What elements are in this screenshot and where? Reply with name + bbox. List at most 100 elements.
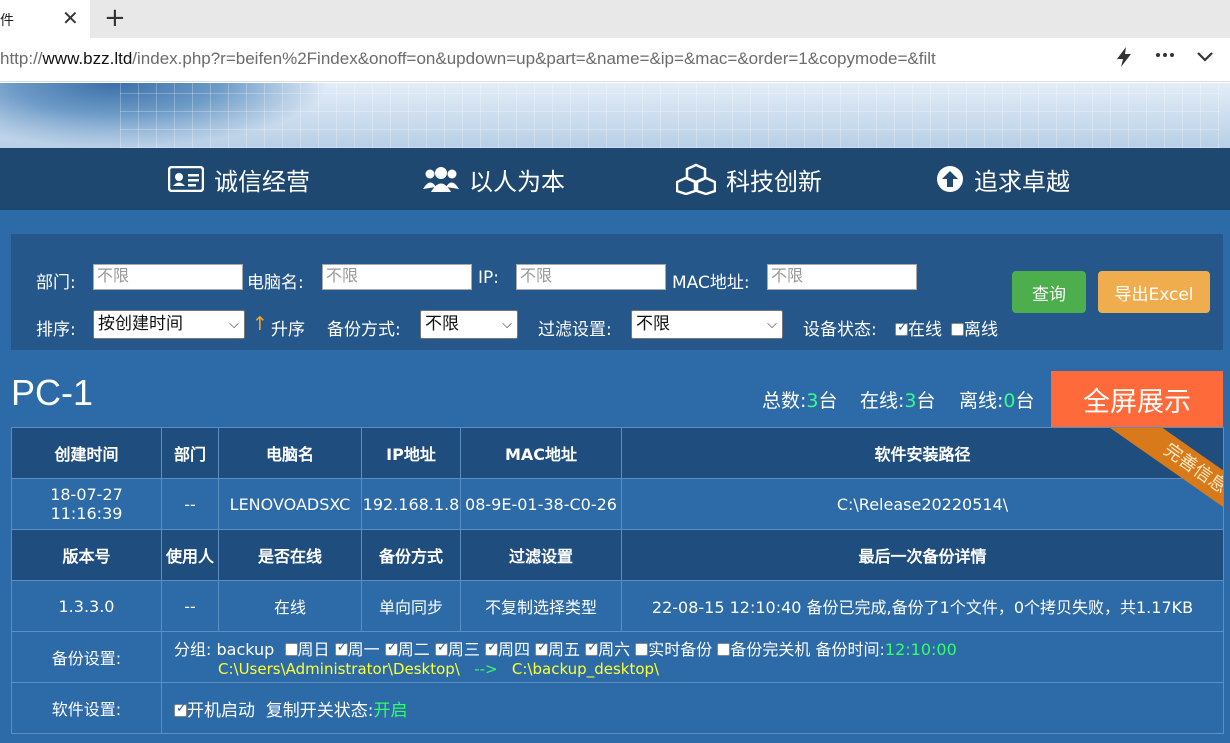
device-info-table: 创建时间 部门 电脑名 IP地址 MAC地址 软件安装路径 18-07-27 1…	[11, 427, 1224, 734]
query-button[interactable]: 查询	[1012, 271, 1086, 313]
header-cell: 部门	[161, 427, 219, 479]
export-excel-button[interactable]: 导出Excel	[1098, 271, 1210, 313]
lightning-icon[interactable]	[1114, 46, 1134, 73]
day-friday[interactable]: 周五	[535, 640, 580, 659]
cubes-icon	[676, 163, 716, 195]
day-wednesday[interactable]: 周三	[434, 640, 480, 659]
pc-title: PC-1	[11, 372, 94, 413]
header-cell: 电脑名	[218, 427, 362, 479]
url-field[interactable]: http://www.bzz.ltd/index.php?r=beifen%2F…	[0, 49, 1102, 69]
online-status-cell: 在线	[218, 580, 362, 632]
backup-time-value: 12:10:00	[884, 640, 957, 659]
url-host: www.bzz.ltd	[42, 49, 133, 68]
sort-select-value: 按创建时间	[98, 314, 183, 334]
source-path: C:\Users\Administrator\Desktop\	[218, 660, 460, 678]
backup-settings-row: 备份设置: 分组: backup 周日 周一 周二 周三 周四 周五 周六 实时…	[11, 631, 1224, 683]
filter-panel: 部门: 不限 电脑名: 不限 IP: 不限 MAC地址: 不限 排序: 按创建时…	[11, 234, 1223, 350]
backup-schedule-line: 分组: backup 周日 周一 周二 周三 周四 周五 周六 实时备份 备份完…	[174, 636, 1223, 660]
ip-cell: 192.168.1.8	[361, 478, 461, 530]
browser-tab[interactable]: 件 ✕	[0, 0, 90, 38]
backup-mode-select[interactable]: 不限 ⌵	[420, 310, 518, 339]
pcname-label: 电脑名:	[247, 273, 304, 293]
checkbox-checked-icon[interactable]	[535, 640, 549, 656]
main-nav: 诚信经营 以人为本 科技创新 追求卓越	[0, 148, 1230, 210]
checkbox-checked-icon[interactable]	[334, 640, 348, 656]
close-tab-icon[interactable]: ✕	[62, 6, 79, 30]
new-tab-icon[interactable]: +	[104, 3, 126, 33]
checkbox-checked-icon[interactable]	[895, 320, 908, 336]
online-count-label: 在线:	[860, 390, 905, 412]
id-card-icon	[168, 166, 204, 192]
address-bar: http://www.bzz.ltd/index.php?r=beifen%2F…	[0, 38, 1230, 82]
offline-checkbox[interactable]: 离线	[951, 315, 998, 340]
total-label: 总数:	[762, 390, 807, 412]
day-sunday[interactable]: 周日	[284, 640, 330, 659]
ip-input[interactable]: 不限	[516, 264, 666, 290]
path-arrow: -->	[474, 660, 498, 678]
pcname-input[interactable]: 不限	[322, 264, 472, 290]
online-checkbox[interactable]: 在线	[895, 315, 942, 340]
filter-setting-select[interactable]: 不限 ⌵	[631, 310, 783, 339]
checkbox-checked-icon[interactable]	[384, 640, 398, 656]
dept-input[interactable]: 不限	[93, 264, 243, 290]
backup-path-line: C:\Users\Administrator\Desktop\ --> C:\b…	[174, 660, 1223, 678]
table-header-row: 创建时间 部门 电脑名 IP地址 MAC地址 软件安装路径	[11, 427, 1224, 479]
order-label[interactable]: 升序	[271, 315, 305, 340]
checkbox-unchecked-icon[interactable]	[284, 643, 298, 656]
last-backup-cell: 22-08-15 12:10:40 备份已完成,备份了1个文件，0个拷贝失败，共…	[621, 580, 1224, 632]
day-saturday[interactable]: 周六	[585, 640, 630, 659]
fullscreen-button[interactable]: 全屏展示	[1051, 371, 1223, 427]
day-label: 周三	[447, 640, 480, 659]
browser-tab-bar: 件 ✕ +	[0, 0, 1230, 38]
banner-grid	[120, 83, 1220, 148]
table-row: 1.3.3.0 -- 在线 单向同步 不复制选择类型 22-08-15 12:1…	[11, 580, 1224, 632]
online-count-value: 3	[904, 390, 917, 412]
day-label: 周一	[347, 640, 380, 659]
checkbox-unchecked-icon[interactable]	[717, 643, 731, 656]
realtime-backup-checkbox[interactable]: 实时备份	[635, 640, 712, 659]
header-cell: 过滤设置	[460, 529, 622, 581]
checkbox-checked-icon[interactable]	[484, 640, 498, 656]
chevron-down-icon: ⌵	[502, 317, 512, 332]
version-cell: 1.3.3.0	[11, 580, 162, 632]
backup-mode-label: 备份方式:	[327, 320, 401, 340]
checkbox-unchecked-icon[interactable]	[951, 323, 964, 336]
chevron-down-icon[interactable]	[1195, 46, 1215, 71]
checkbox-checked-icon[interactable]	[434, 640, 448, 656]
online-label: 在线	[908, 320, 942, 340]
checkbox-checked-icon[interactable]	[585, 640, 599, 656]
user-cell: --	[161, 580, 219, 632]
header-cell: 软件安装路径	[621, 427, 1224, 479]
nav-item-innovation[interactable]: 科技创新	[676, 148, 822, 210]
nav-label: 诚信经营	[214, 167, 310, 196]
tab-title: 件	[0, 13, 14, 29]
autostart-checkbox[interactable]: 开机启动	[174, 701, 255, 721]
header-cell: 备份方式	[361, 529, 461, 581]
mac-input[interactable]: 不限	[767, 264, 917, 290]
day-label: 周四	[497, 640, 530, 659]
sort-select[interactable]: 按创建时间 ⌵	[93, 310, 245, 339]
arrow-up-icon[interactable]: ↑	[252, 313, 268, 335]
realtime-backup-label: 实时备份	[648, 640, 713, 659]
header-cell: 是否在线	[218, 529, 362, 581]
nav-item-excellence[interactable]: 追求卓越	[936, 148, 1070, 210]
checkbox-checked-icon[interactable]	[174, 701, 187, 717]
users-icon	[423, 167, 459, 192]
offline-count-label: 离线:	[959, 390, 1004, 412]
nav-item-integrity[interactable]: 诚信经营	[168, 148, 310, 210]
more-icon[interactable]	[1154, 44, 1176, 71]
device-status-label: 设备状态:	[803, 320, 877, 340]
nav-item-people[interactable]: 以人为本	[423, 148, 565, 210]
nav-label: 以人为本	[469, 167, 565, 196]
backup-mode-cell: 单向同步	[361, 580, 461, 632]
day-thursday[interactable]: 周四	[484, 640, 530, 659]
checkbox-unchecked-icon[interactable]	[635, 643, 649, 656]
shutdown-after-backup-checkbox[interactable]: 备份完关机	[717, 640, 810, 659]
software-settings-row: 软件设置: 开机启动 复制开关状态:开启	[11, 682, 1224, 734]
online-count-unit: 台	[916, 390, 936, 412]
day-tuesday[interactable]: 周二	[384, 640, 430, 659]
url-rest: /index.php?r=beifen%2Findex&onoff=on&upd…	[132, 49, 936, 68]
software-settings-cell: 开机启动 复制开关状态:开启	[161, 682, 1224, 734]
day-monday[interactable]: 周一	[334, 640, 380, 659]
group-value: backup	[216, 640, 275, 659]
